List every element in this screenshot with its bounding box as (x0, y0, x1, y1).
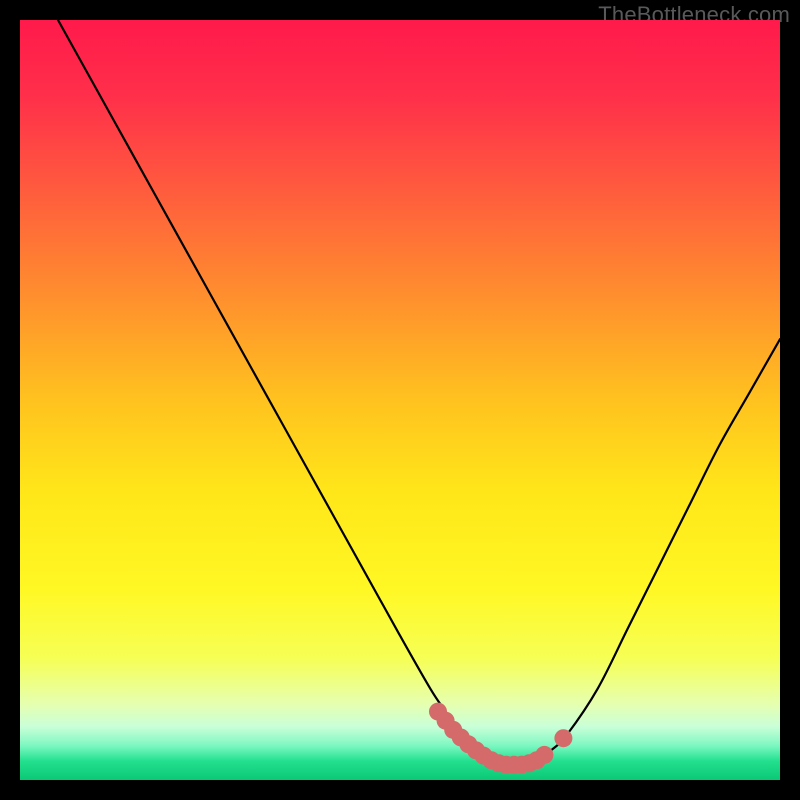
marker-dot (554, 729, 572, 747)
marker-dot (535, 746, 553, 764)
gradient-background (20, 20, 780, 780)
plot-area (20, 20, 780, 780)
chart-frame: TheBottleneck.com (0, 0, 800, 800)
chart-svg (20, 20, 780, 780)
